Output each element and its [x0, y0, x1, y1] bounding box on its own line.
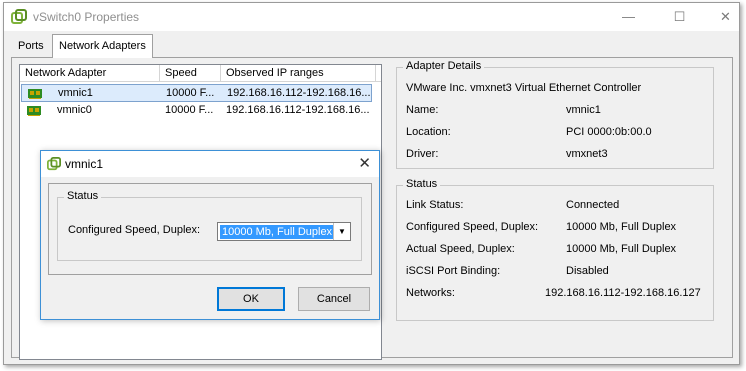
iscsi-binding-value: Disabled: [566, 265, 609, 277]
actual-speed-value: 10000 Mb, Full Duplex: [566, 243, 677, 255]
dialog-titlebar[interactable]: vmnic1 ✕: [41, 151, 379, 177]
network-card-icon: [27, 106, 41, 116]
column-header-network-adapter[interactable]: Network Adapter: [20, 65, 160, 82]
tab-ports[interactable]: Ports: [12, 36, 50, 58]
configured-speed-label: Configured Speed, Duplex:: [406, 221, 539, 233]
adapter-ip-range: 192.168.16.112-192.168.16...: [227, 87, 371, 99]
dialog-status-title: Status: [64, 190, 102, 202]
vmware-app-icon: [11, 9, 27, 24]
link-status-label: Link Status:: [406, 199, 464, 211]
location-label: Location:: [406, 126, 451, 138]
adapter-name: vmnic0: [57, 104, 92, 116]
window-title: vSwitch0 Properties: [33, 10, 140, 24]
adapter-name: vmnic1: [58, 87, 93, 99]
close-button[interactable]: ✕: [703, 3, 746, 31]
name-value: vmnic1: [566, 104, 601, 116]
networks-label: Networks:: [406, 287, 455, 299]
configured-speed-field-label: Configured Speed, Duplex:: [68, 224, 201, 236]
chevron-down-icon[interactable]: ▼: [333, 223, 350, 240]
tab-network-adapters[interactable]: Network Adapters: [52, 34, 153, 58]
adapter-details-title: Adapter Details: [403, 60, 485, 72]
actual-speed-label: Actual Speed, Duplex:: [406, 243, 515, 255]
adapter-speed: 10000 F...: [166, 87, 215, 99]
table-row[interactable]: vmnic0 10000 F... 192.168.16.112-192.168…: [21, 102, 372, 120]
iscsi-binding-label: iSCSI Port Binding:: [406, 265, 501, 277]
maximize-button[interactable]: ☐: [657, 3, 702, 31]
minimize-button[interactable]: —: [606, 3, 651, 31]
status-title: Status: [403, 178, 441, 190]
location-value: PCI 0000:0b:00.0: [566, 126, 652, 138]
status-group: Status Link Status: Connected Configured…: [396, 178, 714, 321]
driver-value: vmxnet3: [566, 148, 608, 160]
adapter-details-group: Adapter Details VMware Inc. vmxnet3 Virt…: [396, 60, 714, 169]
adapter-description: VMware Inc. vmxnet3 Virtual Ethernet Con…: [406, 82, 642, 94]
ok-button[interactable]: OK: [217, 287, 285, 311]
vmware-dialog-icon: [47, 157, 61, 171]
network-card-icon: [28, 89, 42, 99]
link-status-value: Connected: [566, 199, 620, 211]
speed-duplex-selected-value: 10000 Mb, Full Duplex: [218, 224, 336, 240]
adapter-list-header: Network Adapter Speed Observed IP ranges: [20, 65, 381, 82]
name-label: Name:: [406, 104, 439, 116]
dialog-title: vmnic1: [65, 157, 104, 171]
vmnic-speed-dialog: vmnic1 ✕ Status Configured Speed, Duplex…: [40, 150, 380, 320]
driver-label: Driver:: [406, 148, 439, 160]
window-titlebar[interactable]: vSwitch0 Properties — ☐ ✕: [4, 3, 739, 31]
dialog-close-button[interactable]: ✕: [358, 154, 371, 172]
column-header-speed[interactable]: Speed: [160, 65, 221, 82]
table-row[interactable]: vmnic1 10000 F... 192.168.16.112-192.168…: [21, 84, 372, 102]
speed-duplex-select[interactable]: 10000 Mb, Full Duplex ▼: [217, 222, 351, 241]
adapter-speed: 10000 F...: [165, 104, 214, 116]
cancel-button[interactable]: Cancel: [298, 287, 370, 311]
adapter-ip-range: 192.168.16.112-192.168.16...: [226, 104, 370, 116]
networks-value: 192.168.16.112-192.168.16.127: [545, 287, 701, 299]
configured-speed-value: 10000 Mb, Full Duplex: [566, 221, 677, 233]
column-header-observed-ip[interactable]: Observed IP ranges: [221, 65, 376, 82]
